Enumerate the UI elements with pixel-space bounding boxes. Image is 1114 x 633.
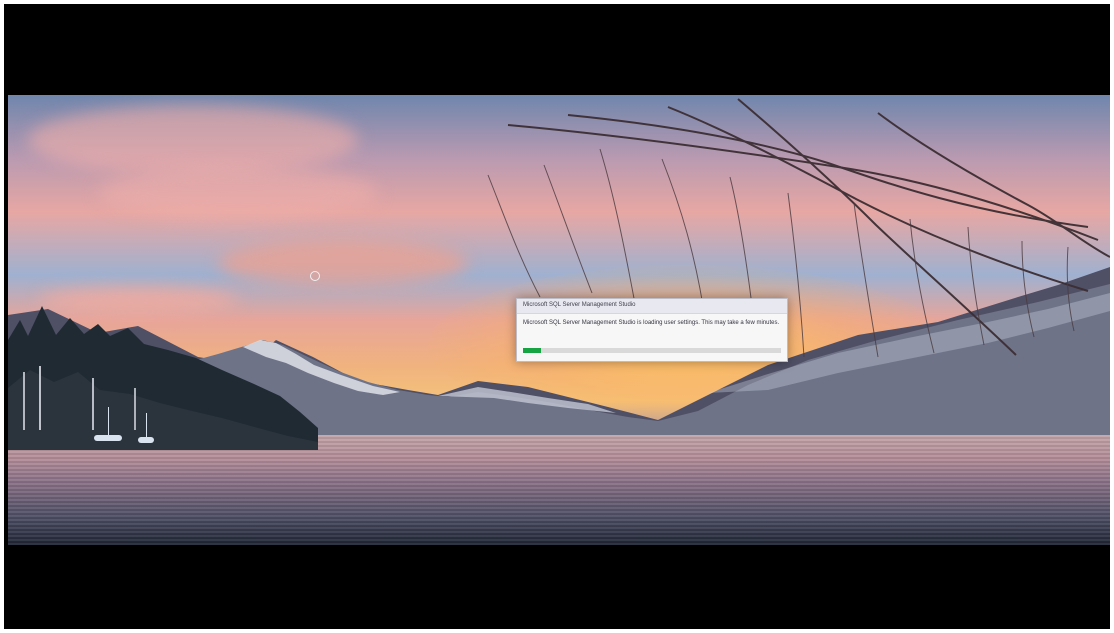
loading-dialog: Microsoft SQL Server Management Studio M… [516, 298, 788, 362]
boat-mast [108, 407, 109, 435]
loading-cursor-icon [310, 271, 320, 281]
water-reflection [8, 435, 1110, 545]
dialog-message: Microsoft SQL Server Management Studio i… [523, 320, 780, 326]
loading-progress-fill [523, 348, 542, 353]
screen-frame: Microsoft SQL Server Management Studio M… [4, 4, 1110, 629]
desktop-wallpaper: Microsoft SQL Server Management Studio M… [8, 95, 1110, 545]
boat-mast [146, 413, 147, 437]
dialog-title: Microsoft SQL Server Management Studio [517, 299, 787, 314]
sailboat [94, 435, 122, 441]
tree-line [8, 306, 318, 450]
sailboat [138, 437, 154, 443]
loading-progress-bar [523, 348, 781, 353]
